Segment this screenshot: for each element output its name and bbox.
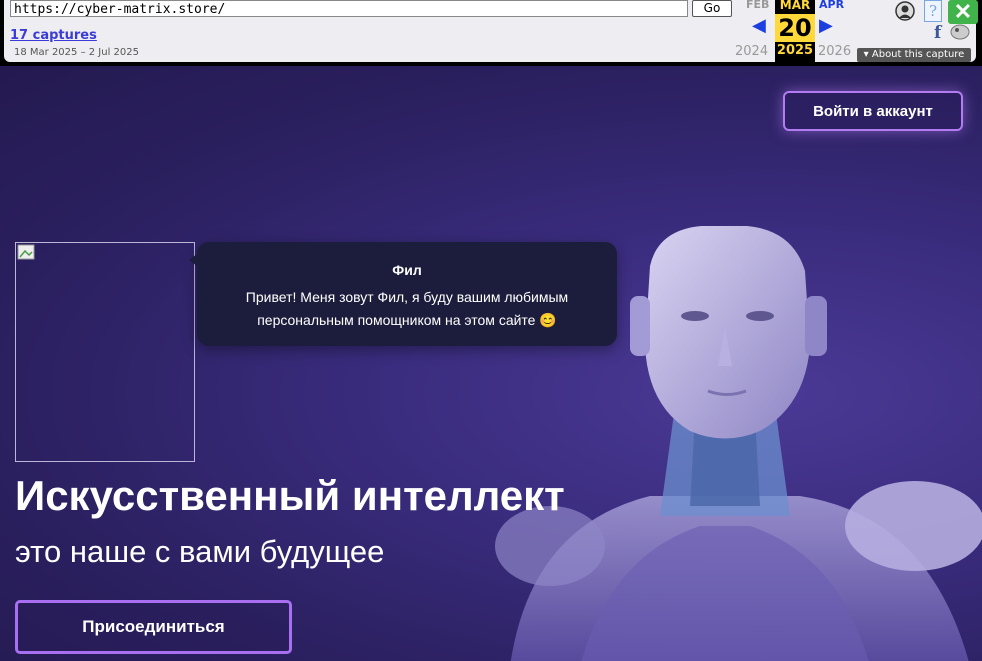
wayback-toolbar: https://cyber-matrix.store/ Go 17 captur… [0,0,982,66]
broken-image-icon [17,244,35,260]
captures-link[interactable]: 17 captures [10,28,97,43]
capture-date-range: 18 Mar 2025 – 2 Jul 2025 [14,47,139,58]
prev-capture-arrow-icon[interactable]: ◀ [752,15,766,36]
go-button[interactable]: Go [692,0,732,17]
prev-year-link[interactable]: 2024 [735,44,768,59]
assistant-avatar-image [15,242,195,462]
twitter-share-icon[interactable] [949,22,971,40]
about-capture-button[interactable]: ▾ About this capture [857,48,971,62]
assistant-speech-bubble: Фил Привет! Меня зовут Фил, я буду вашим… [189,242,617,346]
join-button[interactable]: Присоединиться [15,600,292,654]
facebook-share-icon[interactable]: f [934,23,941,43]
about-dropdown-icon: ▾ [863,49,869,60]
close-toolbar-icon[interactable]: ✕ [948,0,978,24]
current-day: 20 [775,14,815,42]
next-month-link[interactable]: APR [819,0,844,11]
current-month: MAR [779,0,811,12]
hero-section: Войти в аккаунт Фил Привет! Меня зовут Ф… [0,66,982,661]
prev-month-link[interactable]: FEB [746,0,769,11]
hero-subtitle: это наше с вами будущее [15,534,385,569]
current-year: 2025 [776,43,814,58]
next-capture-arrow-icon[interactable]: ▶ [819,15,833,36]
current-date-block: MAR 20 2025 [775,0,815,62]
assistant-message: Привет! Меня зовут Фил, я буду вашим люб… [245,289,569,328]
login-button[interactable]: Войти в аккаунт [783,91,963,131]
about-capture-label: About this capture [871,49,965,60]
wayback-url-input[interactable]: https://cyber-matrix.store/ [10,0,688,17]
hero-title: Искусственный интеллект [15,472,565,519]
user-login-icon[interactable] [895,1,915,21]
next-year-link[interactable]: 2026 [818,44,851,59]
assistant-name: Фил [392,262,422,278]
help-icon[interactable]: ? [924,0,942,22]
wayback-toolbar-panel: https://cyber-matrix.store/ Go 17 captur… [4,0,978,62]
